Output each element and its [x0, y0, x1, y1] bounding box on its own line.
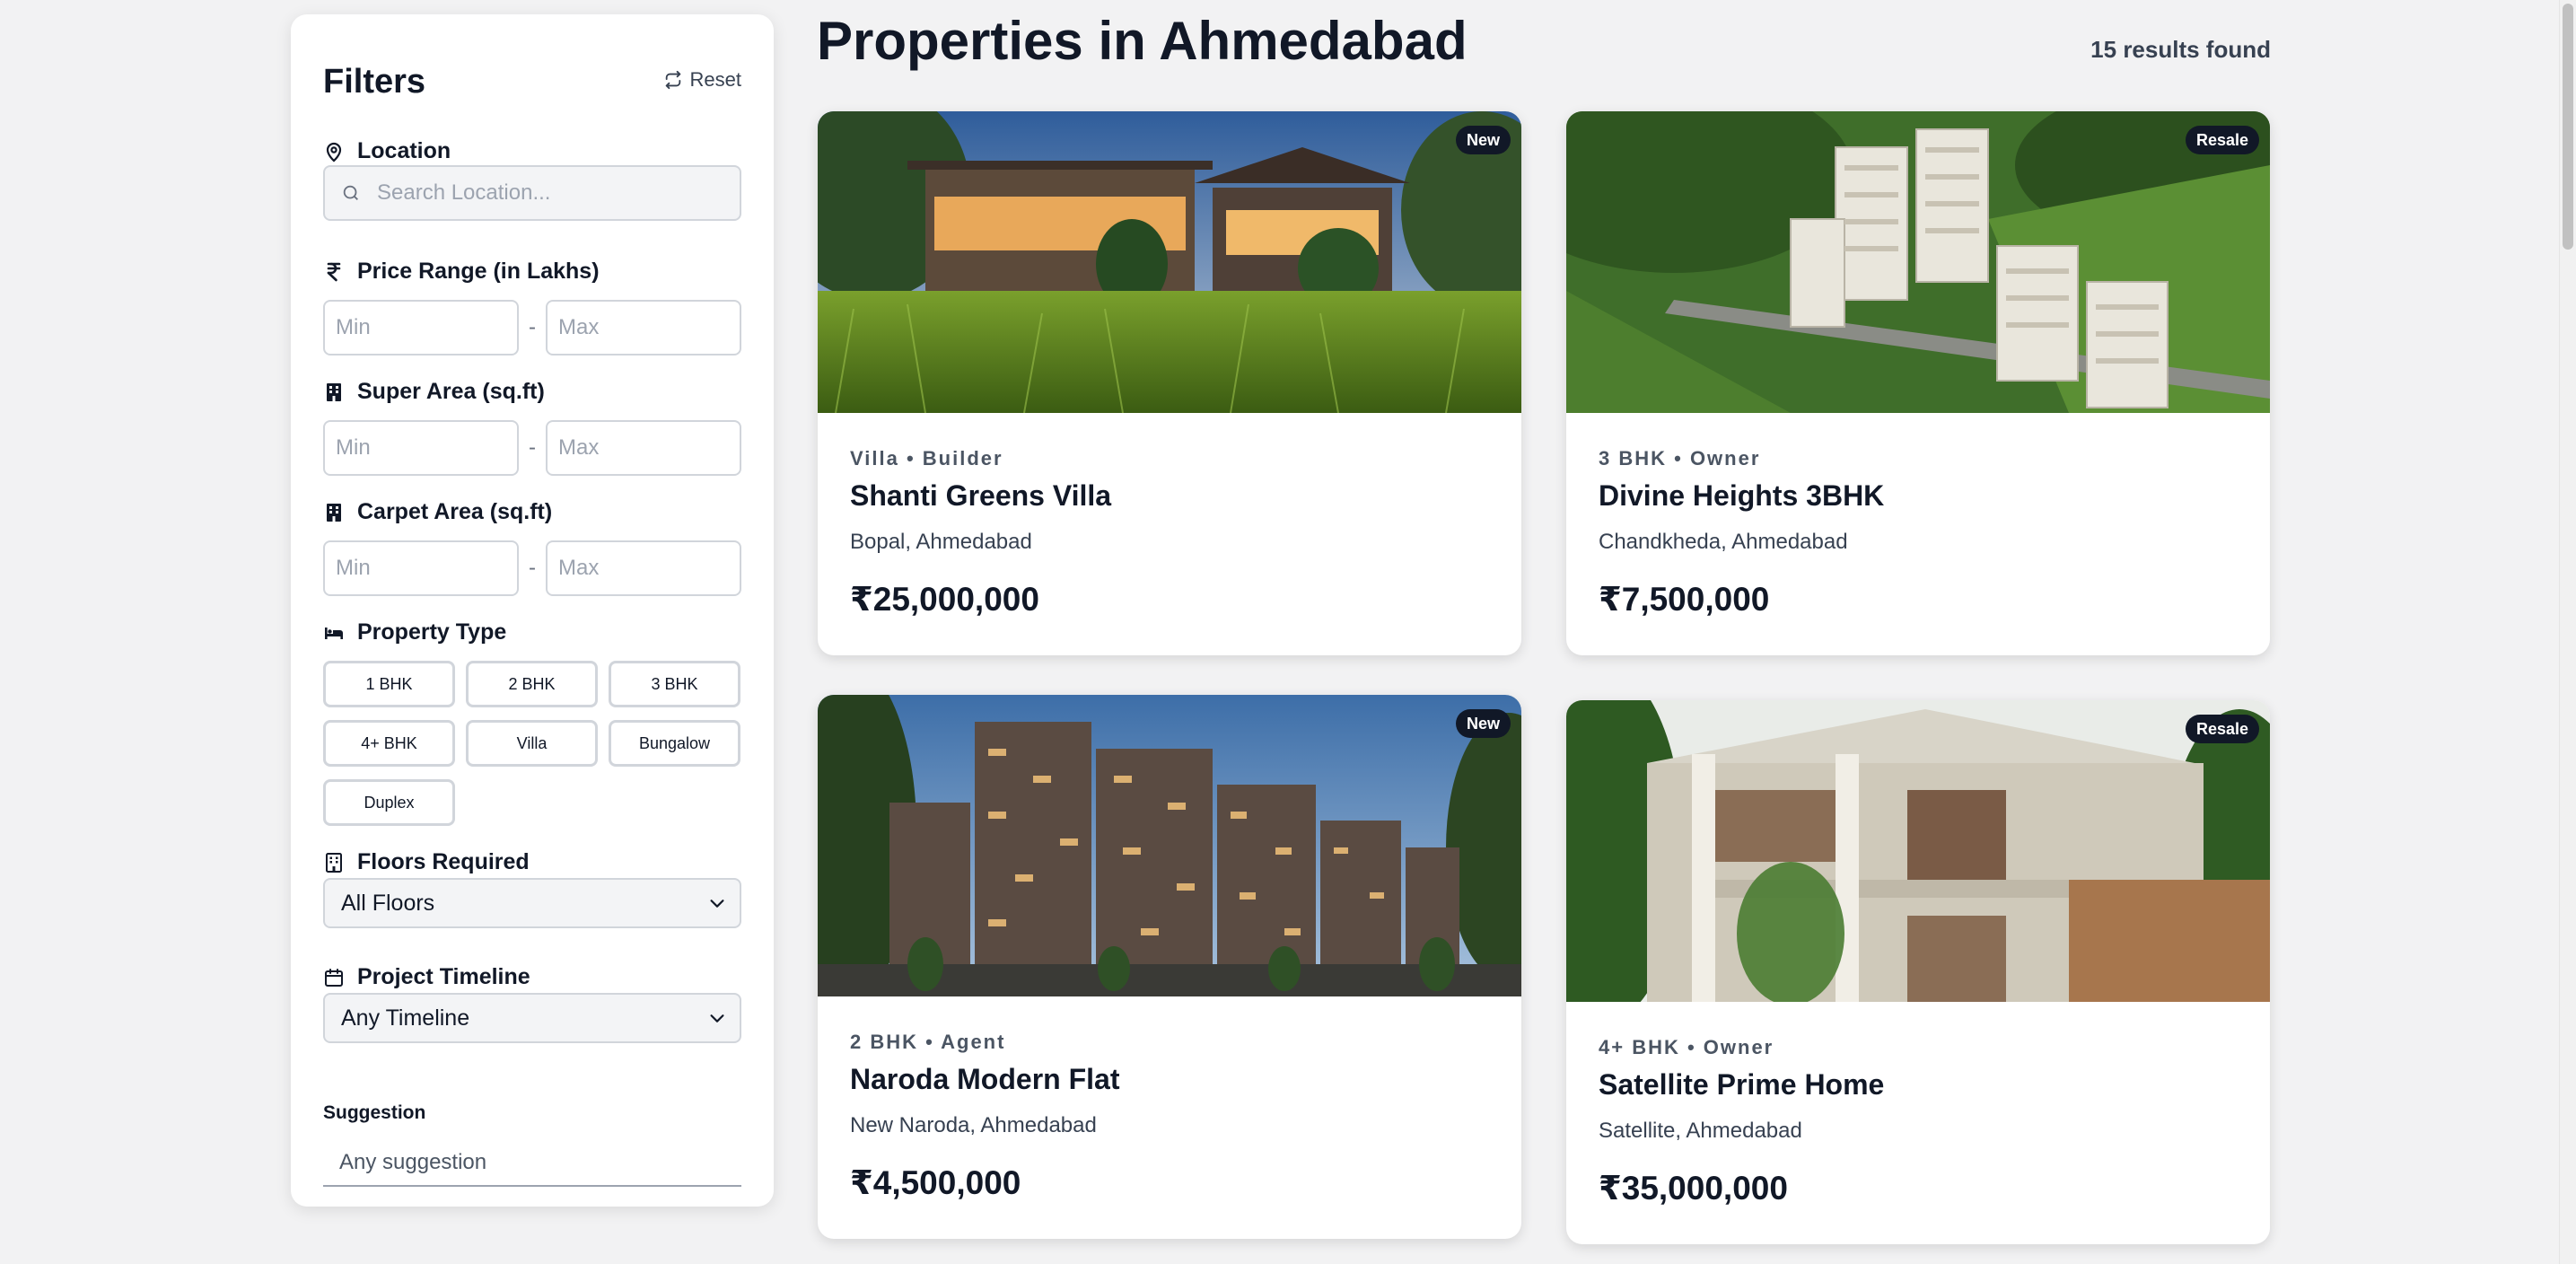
floors-section-label: Floors Required — [323, 849, 530, 875]
price-range-row: - — [323, 300, 741, 356]
reset-label: Reset — [689, 68, 741, 91]
scrollbar-thumb[interactable] — [2563, 4, 2573, 250]
property-location: New Naroda, Ahmedabad — [850, 1113, 1097, 1137]
results-count: 15 results found — [2090, 36, 2271, 63]
property-card[interactable]: New Villa • Builder Shanti Greens Villa … — [818, 111, 1521, 655]
suggestion-label: Suggestion — [323, 1102, 426, 1123]
price-max-input[interactable] — [546, 300, 741, 356]
location-label: Location — [357, 138, 451, 163]
suggestion-input[interactable] — [323, 1140, 741, 1187]
super-area-min-input[interactable] — [323, 420, 519, 476]
page-scrollbar[interactable] — [2559, 0, 2576, 1264]
super-area-section-label: Super Area (sq.ft) — [323, 379, 545, 405]
location-search-input[interactable] — [375, 180, 720, 206]
reset-button[interactable]: Reset — [663, 68, 741, 92]
page-title: Properties in Ahmedabad — [817, 11, 1468, 71]
property-location: Chandkheda, Ahmedabad — [1599, 530, 1848, 554]
bed-icon — [323, 622, 345, 644]
filters-sidebar: Filters Reset Location Price Range (in L… — [291, 14, 774, 1207]
type-option-3bhk[interactable]: 3 BHK — [609, 661, 740, 707]
type-option-villa[interactable]: Villa — [466, 720, 598, 767]
property-price: ₹25,000,000 — [850, 581, 1039, 618]
status-badge: New — [1455, 709, 1511, 738]
property-price: ₹4,500,000 — [850, 1164, 1021, 1201]
property-card[interactable]: Resale 3 BHK • Owner Divine Heights 3BHK… — [1566, 111, 2270, 655]
range-dash: - — [529, 315, 536, 339]
filters-title: Filters — [323, 63, 426, 101]
range-dash: - — [529, 556, 536, 580]
property-location: Bopal, Ahmedabad — [850, 530, 1032, 554]
type-option-duplex[interactable]: Duplex — [323, 779, 455, 826]
property-image-flats: New — [818, 695, 1521, 996]
price-label: Price Range (in Lakhs) — [357, 259, 600, 284]
property-price: ₹35,000,000 — [1599, 1170, 1788, 1207]
property-card[interactable]: Resale 4+ BHK • Owner Satellite Prime Ho… — [1566, 700, 2270, 1244]
property-image-apartments: Resale — [1566, 111, 2270, 413]
floors-selected-value: All Floors — [341, 890, 435, 916]
property-meta: 3 BHK • Owner — [1599, 447, 1761, 470]
status-badge: Resale — [2185, 715, 2259, 743]
chevron-down-icon — [710, 1014, 724, 1023]
super-area-label: Super Area (sq.ft) — [357, 379, 545, 404]
carpet-area-min-input[interactable] — [323, 540, 519, 596]
calendar-icon — [323, 967, 345, 988]
location-search-field[interactable] — [323, 165, 741, 221]
rupee-icon — [323, 261, 345, 283]
carpet-area-range-row: - — [323, 540, 741, 596]
property-price: ₹7,500,000 — [1599, 581, 1770, 618]
property-name: Shanti Greens Villa — [850, 479, 1112, 512]
carpet-area-max-input[interactable] — [546, 540, 741, 596]
property-card[interactable]: New 2 BHK • Agent Naroda Modern Flat New… — [818, 695, 1521, 1239]
floors-icon — [323, 852, 345, 873]
status-badge: New — [1455, 126, 1511, 154]
property-type-section-label: Property Type — [323, 619, 506, 645]
super-area-max-input[interactable] — [546, 420, 741, 476]
property-location: Satellite, Ahmedabad — [1599, 1119, 1802, 1143]
price-section-label: Price Range (in Lakhs) — [323, 259, 600, 285]
property-image-villa: New — [818, 111, 1521, 413]
property-name: Satellite Prime Home — [1599, 1068, 1885, 1101]
status-badge: Resale — [2185, 126, 2259, 154]
super-area-range-row: - — [323, 420, 741, 476]
timeline-selected-value: Any Timeline — [341, 1005, 470, 1031]
property-meta: 4+ BHK • Owner — [1599, 1036, 1774, 1058]
location-section-label: Location — [323, 138, 451, 164]
price-min-input[interactable] — [323, 300, 519, 356]
chevron-down-icon — [710, 900, 724, 908]
search-icon — [343, 185, 358, 200]
property-meta: Villa • Builder — [850, 447, 1003, 470]
range-dash: - — [529, 435, 536, 460]
property-name: Divine Heights 3BHK — [1599, 479, 1885, 512]
property-name: Naroda Modern Flat — [850, 1063, 1120, 1095]
building-icon — [323, 382, 345, 403]
property-type-options: 1 BHK 2 BHK 3 BHK 4+ BHK Villa Bungalow … — [323, 661, 745, 826]
floors-select[interactable]: All Floors — [323, 878, 741, 928]
timeline-label: Project Timeline — [357, 964, 530, 989]
type-option-1bhk[interactable]: 1 BHK — [323, 661, 455, 707]
carpet-area-section-label: Carpet Area (sq.ft) — [323, 499, 552, 525]
refresh-icon — [665, 70, 680, 90]
timeline-section-label: Project Timeline — [323, 964, 530, 990]
type-option-4plus-bhk[interactable]: 4+ BHK — [323, 720, 455, 767]
map-pin-icon — [323, 141, 345, 162]
type-option-bungalow[interactable]: Bungalow — [609, 720, 740, 767]
property-image-bungalow: Resale — [1566, 700, 2270, 1002]
carpet-area-label: Carpet Area (sq.ft) — [357, 499, 553, 524]
floors-label: Floors Required — [357, 849, 530, 874]
building-icon — [323, 502, 345, 523]
property-meta: 2 BHK • Agent — [850, 1031, 1006, 1053]
property-type-label: Property Type — [357, 619, 507, 645]
type-option-2bhk[interactable]: 2 BHK — [466, 661, 598, 707]
timeline-select[interactable]: Any Timeline — [323, 993, 741, 1043]
